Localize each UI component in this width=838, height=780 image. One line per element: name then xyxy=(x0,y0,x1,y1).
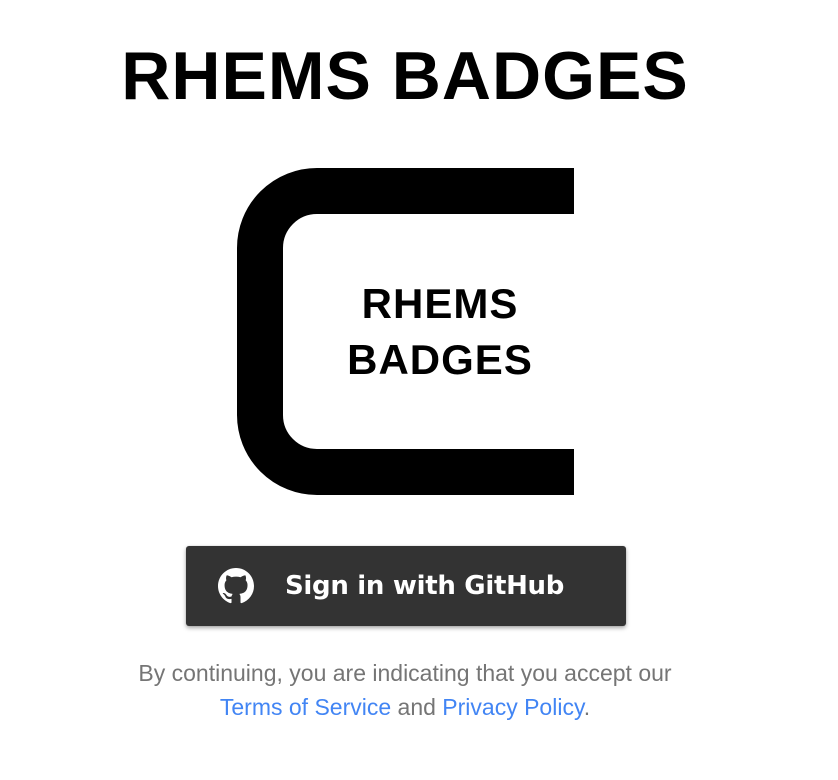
terms-disclaimer: By continuing, you are indicating that y… xyxy=(0,656,810,724)
disclaimer-intro: By continuing, you are indicating that y… xyxy=(138,660,672,686)
sign-in-with-github-button[interactable]: Sign in with GitHub xyxy=(186,546,626,626)
app-logo: RHEMS BADGES xyxy=(237,168,574,495)
github-icon xyxy=(218,568,254,604)
terms-of-service-link[interactable]: Terms of Service xyxy=(220,694,391,720)
page-title: RHEMS BADGES xyxy=(121,38,689,114)
logo-text: RHEMS BADGES xyxy=(283,276,574,388)
privacy-policy-link[interactable]: Privacy Policy xyxy=(442,694,583,720)
sign-in-label: Sign in with GitHub xyxy=(285,571,565,601)
disclaimer-links-line: Terms of Service and Privacy Policy. xyxy=(0,690,810,724)
disclaimer-period: . xyxy=(583,694,591,720)
logo-text-line-1: RHEMS xyxy=(361,280,519,327)
disclaimer-conjunction: and xyxy=(397,694,436,720)
logo-text-line-2: BADGES xyxy=(347,336,533,383)
